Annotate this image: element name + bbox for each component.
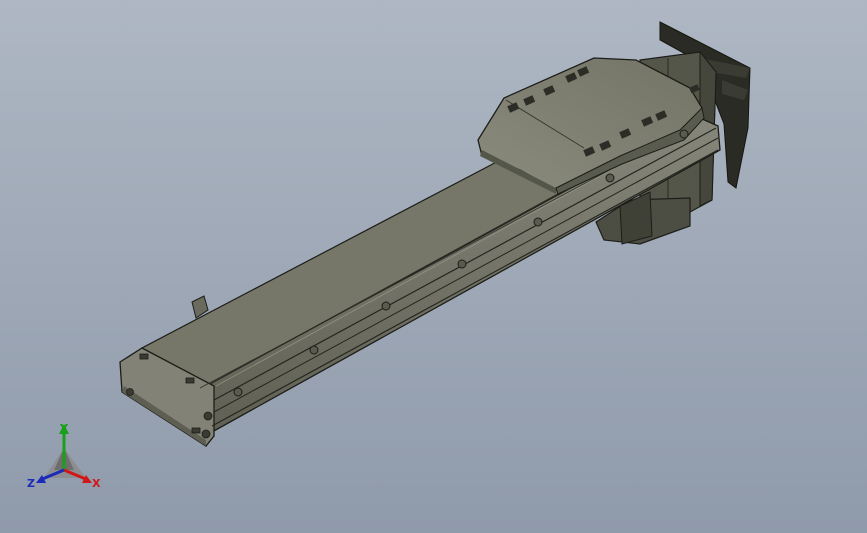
linear-actuator-model[interactable] bbox=[0, 0, 867, 533]
z-axis-label: Z bbox=[27, 477, 35, 490]
graphics-viewport[interactable]: Y X Z bbox=[0, 0, 867, 533]
view-orientation-triad[interactable]: Y X Z bbox=[26, 420, 106, 494]
y-axis-label: Y bbox=[59, 422, 69, 435]
x-axis-label: X bbox=[92, 477, 101, 490]
